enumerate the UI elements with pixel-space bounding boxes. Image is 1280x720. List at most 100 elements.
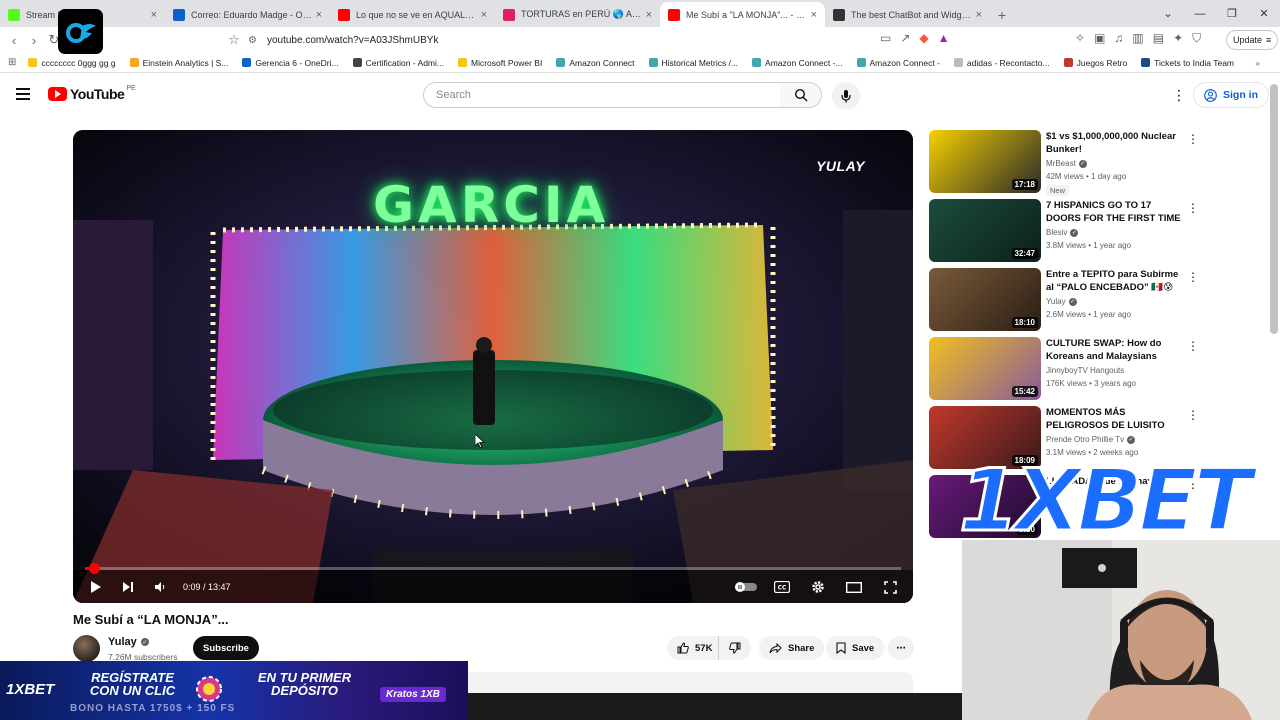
bookmark-item[interactable]: adidas - Recontacto... <box>953 58 1050 68</box>
youtube-logo[interactable]: YouTube PE <box>48 85 136 102</box>
recommendation-menu-icon[interactable]: ⋮ <box>1187 132 1199 146</box>
minimize-button[interactable]: — <box>1184 0 1216 27</box>
bookmark-item[interactable]: Tickets to India Team <box>1141 58 1234 68</box>
close-tab-icon[interactable]: × <box>481 9 487 21</box>
wallet-icon[interactable]: ▤ <box>1153 31 1164 46</box>
brave-shield-icon[interactable]: ◆ <box>919 31 928 45</box>
bookmark-item[interactable]: Einstein Analytics | S... <box>129 58 228 68</box>
page-scrollbar[interactable] <box>1270 84 1278 334</box>
video-thumbnail[interactable]: 18:10 <box>929 268 1041 331</box>
channel-name-row[interactable]: Yulay ✓ <box>108 636 149 648</box>
captions-button[interactable]: CC <box>767 572 797 602</box>
vpn-icon[interactable]: ⛉ <box>1192 31 1201 46</box>
more-actions-button[interactable]: ⋯ <box>888 636 914 660</box>
share-page-icon[interactable]: ↗ <box>900 31 910 45</box>
share-button[interactable]: Share <box>759 636 825 660</box>
fullscreen-button[interactable] <box>875 572 905 602</box>
close-window-button[interactable]: ✕ <box>1248 0 1280 27</box>
sign-in-button[interactable]: Sign in <box>1193 82 1269 108</box>
bookmark-item[interactable]: Juegos Retro <box>1063 58 1127 68</box>
recommendation-channel[interactable]: Prende Otro Phillie Tv ✓ <box>1046 435 1136 444</box>
duration-badge: 17:18 <box>1011 179 1038 190</box>
browser-tab[interactable]: Lo que no se ve en AQUALANDIA | A × <box>330 2 495 27</box>
settings-button[interactable] <box>803 572 833 602</box>
media-icon[interactable]: ♫ <box>1114 31 1123 46</box>
recommendation-channel[interactable]: Blesiv ✓ <box>1046 228 1079 237</box>
apps-grid-icon[interactable]: ⊞ <box>8 57 16 68</box>
back-icon[interactable]: ‹ <box>4 33 24 48</box>
recommendation-item[interactable]: 32:47 7 HISPANICS GO TO 17 DOORS FOR THE … <box>929 199 1199 263</box>
recommendation-channel[interactable]: JinnyboyTV Hangouts <box>1046 366 1124 375</box>
forward-icon[interactable]: › <box>24 33 44 48</box>
video-thumbnail[interactable]: 15:42 <box>929 337 1041 400</box>
like-button[interactable]: 57K <box>667 636 723 660</box>
next-button[interactable] <box>113 572 143 602</box>
recommendation-title[interactable]: CULTURE SWAP: How do Koreans and Malaysi… <box>1046 337 1184 364</box>
progress-bar[interactable] <box>85 563 901 574</box>
search-placeholder: Search <box>436 89 471 101</box>
channel-watermark[interactable]: YULAY <box>816 158 865 174</box>
recommendation-menu-icon[interactable]: ⋮ <box>1187 201 1199 215</box>
url-bar[interactable]: ⚙ youtube.com/watch?v=A03JShmUBYk <box>248 30 968 50</box>
update-button[interactable]: Update ≡ <box>1226 30 1279 50</box>
dislike-button[interactable] <box>718 636 751 660</box>
close-tab-icon[interactable]: × <box>151 9 157 21</box>
betting-ad-banner[interactable]: 1XBET REGÍSTRATE CON UN CLIC EN TU PRIME… <box>0 661 468 720</box>
close-tab-icon[interactable]: × <box>316 9 322 21</box>
cast-icon[interactable]: ▭ <box>880 31 891 45</box>
bookmark-item[interactable]: Amazon Connect <box>556 58 635 68</box>
save-button[interactable]: Save <box>826 636 885 660</box>
bookmark-star-icon[interactable]: ☆ <box>224 32 244 48</box>
browser-tab[interactable]: Correo: Eduardo Madge - Outlook × <box>165 2 330 27</box>
browser-tab[interactable]: Me Subí a "LA MONJA"... - YouT × <box>660 2 825 27</box>
recommendation-menu-icon[interactable]: ⋮ <box>1187 408 1199 422</box>
bookmark-item[interactable]: Gerencia 6 - OneDri... <box>242 58 339 68</box>
recommendation-item[interactable]: 18:10 Entre a TEPITO para Subirme al “PAL… <box>929 268 1199 332</box>
autoplay-toggle[interactable] <box>731 572 761 602</box>
browser-tab[interactable]: TORTURAS en PERÚ 🌎 Agentes del × <box>495 2 660 27</box>
video-thumbnail[interactable]: 32:47 <box>929 199 1041 262</box>
maximize-button[interactable]: ❐ <box>1216 0 1248 27</box>
bookmark-item[interactable]: Amazon Connect -... <box>752 58 843 68</box>
recommendation-title[interactable]: MOMENTOS MÁS PELIGROSOS DE LUISITO COMUN… <box>1046 406 1184 433</box>
recommendation-item[interactable]: 15:42 CULTURE SWAP: How do Koreans and Ma… <box>929 337 1199 401</box>
mute-button[interactable] <box>145 572 175 602</box>
recommendation-menu-icon[interactable]: ⋮ <box>1187 339 1199 353</box>
settings-kebab-icon[interactable]: ⋮ <box>1172 87 1186 104</box>
recommendation-channel[interactable]: Yulay ✓ <box>1046 297 1077 306</box>
close-tab-icon[interactable]: × <box>976 9 982 21</box>
video-player[interactable]: GARCIA YULAY 0:09 / 13:47 CC <box>73 130 913 603</box>
tab-group-icon[interactable]: ▣ <box>1094 31 1105 46</box>
tab-search-icon[interactable]: ⌄ <box>1152 0 1184 27</box>
search-input[interactable]: Search <box>423 82 781 108</box>
recommendation-title[interactable]: 7 HISPANICS GO TO 17 DOORS FOR THE FIRST… <box>1046 199 1184 226</box>
close-tab-icon[interactable]: × <box>646 9 652 21</box>
bookmark-item[interactable]: Historical Metrics /... <box>648 58 738 68</box>
more-bookmarks-icon[interactable]: » <box>1255 58 1260 68</box>
leo-ai-icon[interactable]: ✦ <box>1173 31 1183 46</box>
bookmark-item[interactable]: Microsoft Power BI <box>457 58 542 68</box>
browser-tab[interactable]: The best ChatBot and Widgets for Ki × <box>825 2 990 27</box>
recommendation-title[interactable]: Entre a TEPITO para Subirme al “PALO ENC… <box>1046 268 1184 294</box>
sidebar-icon[interactable]: ▥ <box>1132 31 1143 46</box>
subscribe-button[interactable]: Subscribe <box>193 636 259 660</box>
recommendation-channel[interactable]: MrBeast ✓ <box>1046 159 1087 168</box>
rewards-icon[interactable]: ▲ <box>938 31 950 45</box>
video-thumbnail[interactable]: 17:18 <box>929 130 1041 193</box>
guide-menu-icon[interactable] <box>16 88 30 103</box>
theater-mode-button[interactable] <box>839 572 869 602</box>
bookmark-item[interactable]: Certification - Admi... <box>352 58 444 68</box>
search-button[interactable] <box>780 82 822 108</box>
recommendation-title[interactable]: $1 vs $1,000,000,000 Nuclear Bunker! <box>1046 130 1184 156</box>
recommendation-menu-icon[interactable]: ⋮ <box>1187 270 1199 284</box>
voice-search-button[interactable] <box>832 82 860 110</box>
bookmark-item[interactable]: cccccccc 0ggg gg g <box>28 58 116 68</box>
new-tab-button[interactable]: + <box>990 2 1014 27</box>
channel-avatar[interactable] <box>73 635 100 662</box>
extensions-icon[interactable]: ✧ <box>1075 31 1085 46</box>
close-tab-icon[interactable]: × <box>811 9 817 21</box>
recommendation-item[interactable]: 17:18 $1 vs $1,000,000,000 Nuclear Bunker… <box>929 130 1199 196</box>
site-info-icon[interactable]: ⚙ <box>248 35 257 46</box>
play-button[interactable] <box>81 572 111 602</box>
bookmark-item[interactable]: Amazon Connect - <box>856 58 940 68</box>
